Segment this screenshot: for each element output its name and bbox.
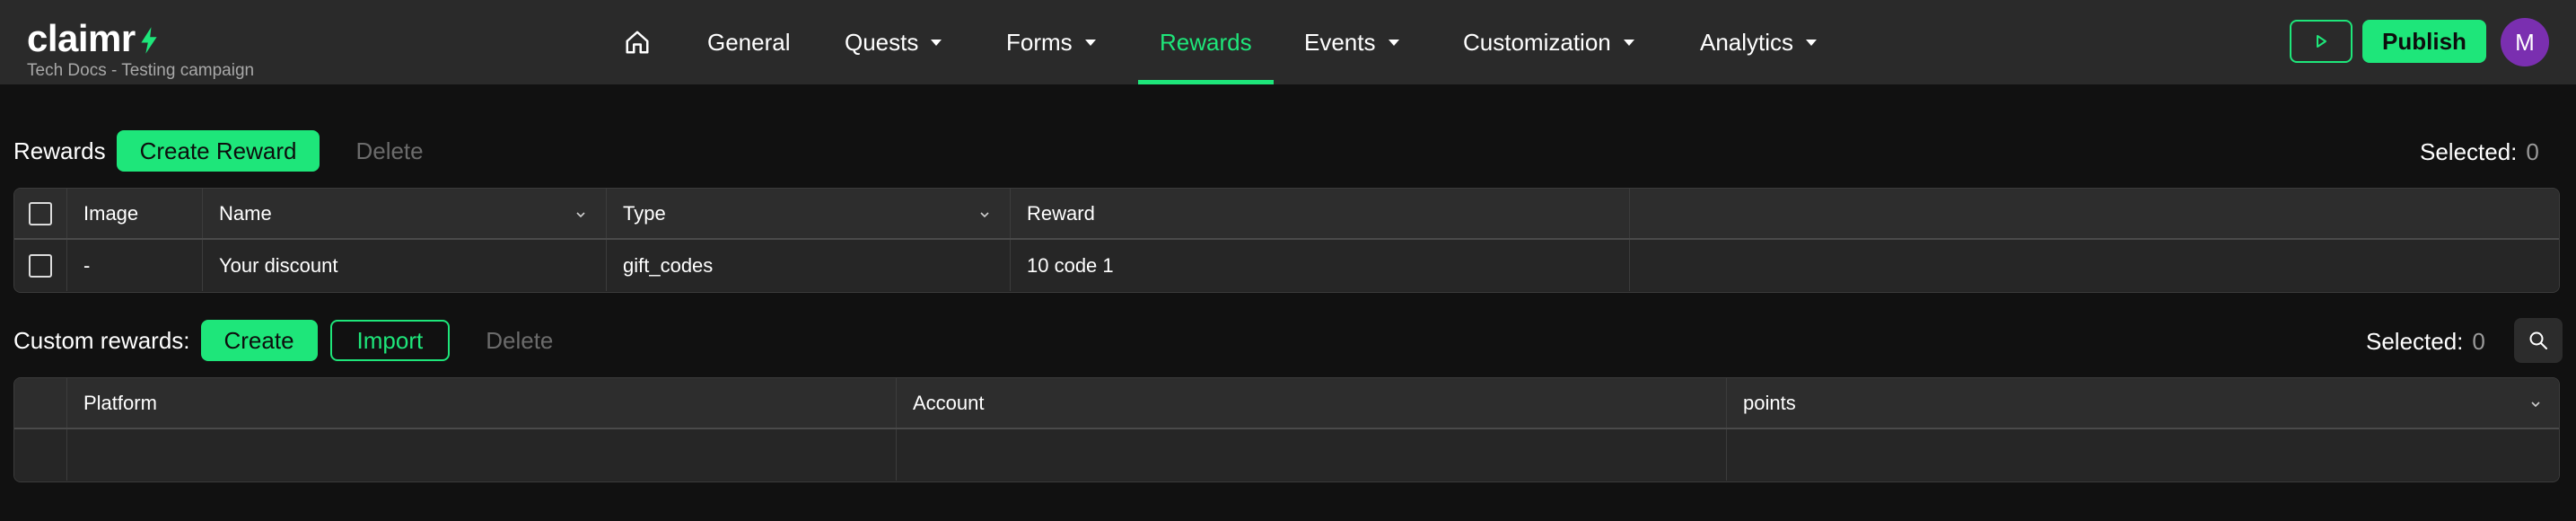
nav-forms[interactable]: Forms	[1006, 0, 1096, 84]
nav-label: Quests	[845, 28, 919, 56]
rewards-toolbar: Rewards Create Reward Delete	[13, 129, 2563, 172]
cell-reward: 10 code 1	[1011, 240, 1630, 291]
preview-button[interactable]	[2290, 20, 2353, 63]
import-button[interactable]: Import	[329, 320, 451, 361]
home-icon	[626, 31, 649, 54]
custom-rewards-toolbar: Custom rewards: Create Import Delete	[13, 319, 2563, 362]
cell-points	[1727, 429, 2559, 481]
publish-button[interactable]: Publish	[2362, 20, 2486, 63]
chevron-down-icon	[931, 39, 942, 46]
selected-count: 0	[2472, 328, 2485, 355]
selected-label: Selected:	[2366, 328, 2464, 355]
logo-text: claimr	[27, 17, 136, 59]
create-custom-reward-button[interactable]: Create	[200, 320, 318, 361]
nav-general[interactable]: General	[707, 0, 791, 84]
rewards-table: Image Name Type Reward - Your discount g…	[13, 188, 2560, 293]
chevron-down-icon[interactable]	[2530, 399, 2541, 410]
header-blank-cell	[14, 378, 67, 428]
table-row[interactable]: - Your discount gift_codes 10 code 1	[14, 240, 2559, 291]
row-checkbox-cell	[14, 240, 67, 291]
cell-platform	[67, 429, 897, 481]
rewards-selected-indicator: Selected: 0	[2420, 138, 2539, 166]
search-icon	[2529, 331, 2547, 349]
select-all-checkbox[interactable]	[29, 201, 52, 225]
avatar[interactable]: M	[2501, 18, 2549, 66]
cell-type: gift_codes	[607, 240, 1011, 291]
nav-analytics[interactable]: Analytics	[1700, 0, 1818, 84]
column-header-account[interactable]: Account	[897, 378, 1727, 428]
lightning-bolt-icon	[141, 27, 157, 54]
row-checkbox[interactable]	[29, 253, 52, 278]
column-header-image[interactable]: Image	[67, 189, 203, 238]
brand[interactable]: claimr Tech Docs - Testing campaign	[27, 18, 254, 81]
top-navigation-bar: claimr Tech Docs - Testing campaign Gene…	[0, 0, 2576, 84]
chevron-down-icon[interactable]	[575, 209, 586, 220]
nav-label: Customization	[1463, 28, 1611, 56]
chevron-down-icon[interactable]	[979, 209, 990, 220]
nav-rewards[interactable]: Rewards	[1138, 0, 1274, 84]
column-header-label: points	[1743, 391, 1796, 414]
header-checkbox-cell	[14, 189, 67, 238]
logo: claimr	[27, 18, 254, 59]
column-header-type[interactable]: Type	[607, 189, 1011, 238]
column-header-label: Name	[219, 201, 272, 225]
chevron-down-icon	[1806, 39, 1818, 46]
create-reward-button[interactable]: Create Reward	[116, 130, 320, 172]
nav-quests[interactable]: Quests	[845, 0, 942, 84]
cell-image: -	[67, 240, 203, 291]
nav-label: Analytics	[1700, 28, 1794, 56]
active-tab-indicator	[1138, 80, 1274, 84]
chevron-down-icon	[1084, 39, 1096, 46]
column-header-platform[interactable]: Platform	[67, 378, 897, 428]
custom-rewards-table: Platform Account points	[13, 377, 2560, 482]
selected-label: Selected:	[2420, 138, 2518, 165]
cell-empty	[1630, 240, 2559, 291]
row-blank-cell	[14, 429, 67, 481]
delete-custom-reward-button[interactable]: Delete	[486, 327, 553, 355]
table-header-row: Platform Account points	[14, 378, 2559, 429]
nav-customization[interactable]: Customization	[1463, 0, 1634, 84]
nav-label: General	[707, 28, 791, 56]
play-icon	[2317, 35, 2326, 48]
nav-label: Rewards	[1160, 28, 1252, 56]
nav-events[interactable]: Events	[1304, 0, 1399, 84]
table-row	[14, 429, 2559, 481]
column-header-points[interactable]: points	[1727, 378, 2559, 428]
custom-rewards-selected-indicator: Selected: 0	[2366, 328, 2485, 356]
selected-count: 0	[2526, 138, 2539, 165]
chevron-down-icon	[1388, 39, 1399, 46]
search-button[interactable]	[2514, 318, 2563, 363]
chevron-down-icon	[1623, 39, 1634, 46]
campaign-subtitle: Tech Docs - Testing campaign	[27, 61, 255, 80]
column-header-name[interactable]: Name	[203, 189, 607, 238]
table-header-row: Image Name Type Reward	[14, 189, 2559, 240]
nav-label: Forms	[1006, 28, 1073, 56]
delete-reward-button[interactable]: Delete	[355, 137, 423, 165]
nav-label: Events	[1304, 28, 1376, 56]
column-header-empty	[1630, 189, 2559, 238]
column-header-reward[interactable]: Reward	[1011, 189, 1630, 238]
cell-account	[897, 429, 1727, 481]
cell-name: Your discount	[203, 240, 607, 291]
custom-rewards-section-label: Custom rewards:	[13, 326, 190, 354]
nav-home[interactable]	[624, 0, 651, 84]
rewards-section-label: Rewards	[13, 137, 106, 164]
column-header-label: Type	[623, 201, 666, 225]
